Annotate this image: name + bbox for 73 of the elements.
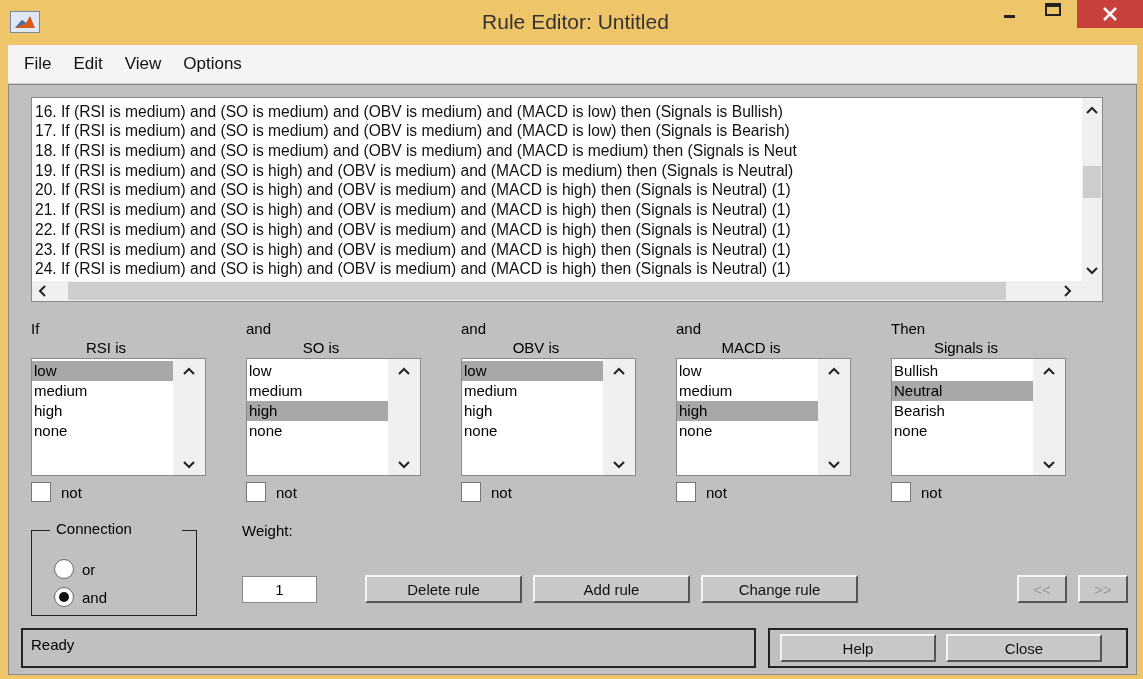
connector-label: Then (891, 320, 927, 339)
vertical-scrollbar[interactable] (1082, 97, 1102, 281)
list-item[interactable]: Bearish (892, 401, 1033, 421)
group-title: Connection (56, 520, 132, 537)
action-button[interactable]: Add rule (533, 575, 690, 603)
checkbox-label: not (276, 483, 297, 501)
rule-line[interactable]: 21. If (RSI is medium) and (SO is high) and (OBV is medium) and (MACD is high) then (Signals is Neutral) (1) (35, 200, 1082, 220)
list-item[interactable]: low (677, 361, 818, 381)
weight-label: Weight: (242, 522, 294, 539)
connector-label: and (676, 320, 703, 339)
variable-label: SO is (302, 339, 340, 358)
checkbox-label: not (491, 483, 512, 501)
weight-field[interactable]: 1 (242, 575, 317, 603)
window-title: Rule Editor: Untitled (481, 10, 670, 35)
checkbox[interactable] (31, 482, 51, 502)
variable-label: RSI is (86, 339, 126, 358)
checkbox-label: not (61, 483, 82, 501)
connector-label: and (461, 320, 488, 339)
list-item[interactable]: Bullish (892, 361, 1033, 381)
list-item[interactable]: high (32, 401, 173, 421)
rule-line[interactable]: 18. If (RSI is medium) and (SO is medium) and (OBV is medium) and (MACD is medium) then (Signals is Neut (35, 141, 1082, 161)
menu-item[interactable]: View (118, 53, 178, 74)
connector-label: If (31, 320, 41, 339)
radio-button[interactable] (54, 587, 74, 607)
scroll-thumb[interactable] (68, 282, 1006, 300)
radio-button[interactable] (54, 559, 74, 579)
list-item[interactable]: none (462, 421, 603, 441)
dialog-button[interactable]: Close (946, 634, 1102, 662)
app-icon (10, 11, 40, 34)
horizontal-scrollbar[interactable] (32, 281, 1102, 301)
close-icon[interactable] (1077, 0, 1143, 28)
list-item[interactable]: Neutral (892, 381, 1033, 401)
checkbox[interactable] (891, 482, 911, 502)
radio-label: and (82, 588, 108, 606)
checkbox[interactable] (676, 482, 696, 502)
scroll-thumb[interactable] (1083, 165, 1101, 198)
menu-item[interactable]: Options (177, 53, 258, 74)
menu-item[interactable]: Edit (67, 53, 119, 74)
rule-line[interactable]: 16. If (RSI is medium) and (SO is medium) and (OBV is medium) and (MACD is low) then (Signals is Bullish) (35, 101, 1082, 122)
list-item[interactable]: medium (462, 381, 603, 401)
radio-label: or (82, 560, 96, 578)
variable-label: OBV is (512, 339, 560, 358)
variable-label: Signals is (933, 339, 999, 358)
rule-line[interactable]: 23. If (RSI is medium) and (SO is high) and (OBV is medium) and (MACD is high) then (Signals is Neutral) (1) (35, 239, 1082, 260)
rule-line[interactable]: 22. If (RSI is medium) and (SO is high) and (OBV is medium) and (MACD is high) then (Signals is Neutral) (1) (35, 219, 1082, 240)
status-text: Ready (31, 636, 75, 653)
list-item[interactable]: low (247, 361, 388, 381)
list-item[interactable]: medium (32, 381, 173, 401)
dialog-button[interactable]: Help (780, 634, 936, 662)
rule-line[interactable]: 17. If (RSI is medium) and (SO is medium) and (OBV is medium) and (MACD is low) then (Signals is Bearish) (35, 121, 1082, 142)
menu-item[interactable]: File (18, 53, 68, 74)
checkbox-label: not (706, 483, 727, 501)
list-item[interactable]: none (247, 421, 388, 441)
connector-label: and (246, 320, 273, 339)
list-item[interactable]: high (247, 401, 388, 421)
list-item[interactable]: low (462, 361, 603, 381)
rule-line[interactable]: 20. If (RSI is medium) and (SO is high) and (OBV is medium) and (MACD is high) then (Signals is Neutral) (1) (35, 180, 1082, 201)
list-item[interactable]: low (32, 361, 173, 381)
list-item[interactable]: high (677, 401, 818, 421)
list-item[interactable]: none (677, 421, 818, 441)
list-item[interactable]: none (892, 421, 1033, 441)
rule-line[interactable]: 19. If (RSI is medium) and (SO is high) and (OBV is medium) and (MACD is medium) then (Signals is Neutral) (35, 160, 1082, 181)
rule-line[interactable]: 24. If (RSI is medium) and (SO is high) and (OBV is medium) and (MACD is high) then (Signals is Neutral) (1) (35, 259, 1082, 279)
action-button[interactable]: Change rule (701, 575, 858, 603)
action-button[interactable]: Delete rule (365, 575, 522, 603)
list-item[interactable]: high (462, 401, 603, 421)
list-item[interactable]: none (32, 421, 173, 441)
checkbox[interactable] (246, 482, 266, 502)
variable-label: MACD is (721, 339, 781, 358)
checkbox[interactable] (461, 482, 481, 502)
list-item[interactable]: medium (677, 381, 818, 401)
checkbox-label: not (921, 483, 942, 501)
list-item[interactable]: medium (247, 381, 388, 401)
